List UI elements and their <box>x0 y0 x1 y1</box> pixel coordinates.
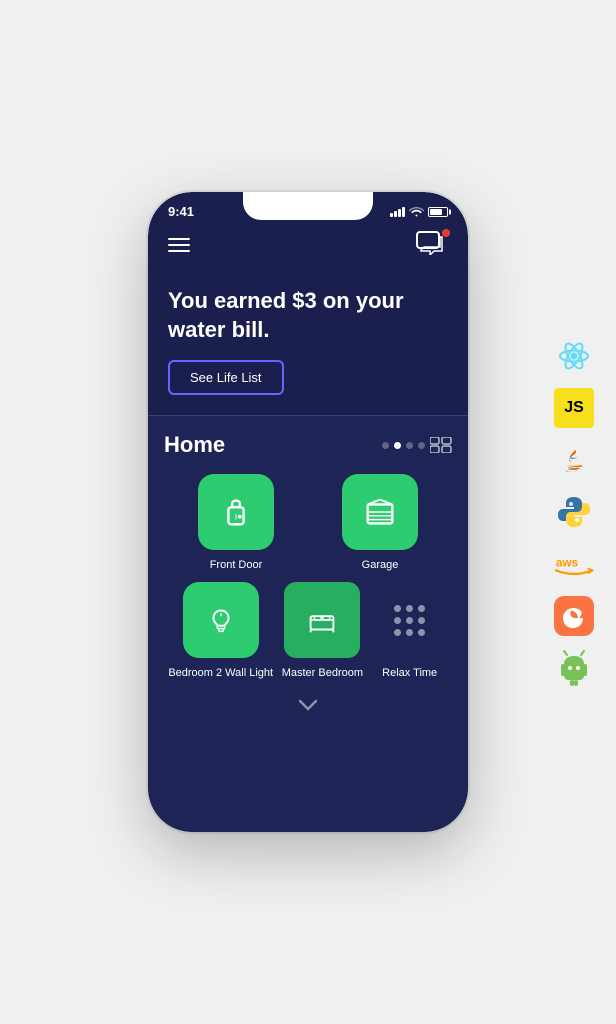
page-dot-1[interactable] <box>382 442 389 449</box>
home-header: Home <box>164 432 452 458</box>
front-door-icon-wrap <box>198 474 274 550</box>
phone-notch <box>243 192 373 220</box>
signal-icon <box>390 207 405 217</box>
svg-text:aws: aws <box>556 556 579 570</box>
nav-bar <box>148 223 468 271</box>
relax-time-icon-wrap <box>372 582 448 658</box>
garage-label: Garage <box>362 558 399 572</box>
page-dot-4[interactable] <box>418 442 425 449</box>
see-life-list-button[interactable]: See Life List <box>168 360 284 395</box>
relax-time-label: Relax Time <box>382 666 437 680</box>
front-door-label: Front Door <box>210 558 263 572</box>
garage-icon-wrap <box>342 474 418 550</box>
pagination-dots <box>382 437 452 453</box>
device-master-bedroom[interactable]: Master Bedroom <box>282 582 363 680</box>
bottom-chevron[interactable] <box>164 689 452 727</box>
aws-icon: aws <box>554 544 594 584</box>
swift-icon <box>554 596 594 636</box>
page-dot-3[interactable] <box>406 442 413 449</box>
tech-icons-sidebar: JS aws <box>554 336 594 688</box>
notification-dot <box>442 229 450 237</box>
android-icon <box>554 648 594 688</box>
device-bedroom2-light[interactable]: Bedroom 2 Wall Light <box>168 582 273 680</box>
javascript-icon: JS <box>554 388 594 428</box>
wifi-icon <box>409 206 424 217</box>
react-icon <box>554 336 594 376</box>
battery-icon <box>428 207 448 217</box>
java-icon <box>554 440 594 480</box>
python-icon <box>554 492 594 532</box>
status-time: 9:41 <box>168 204 194 219</box>
hamburger-menu-icon[interactable] <box>168 238 190 252</box>
phone-frame: 9:41 <box>148 192 468 832</box>
device-relax-time[interactable]: Relax Time <box>372 582 448 680</box>
device-garage[interactable]: Garage <box>342 474 418 572</box>
device-front-door[interactable]: Front Door <box>198 474 274 572</box>
page-dot-2[interactable] <box>394 442 401 449</box>
messages-button[interactable] <box>416 231 448 259</box>
phone-screen: 9:41 <box>148 192 468 832</box>
dots-grid-icon <box>382 593 437 648</box>
bedroom2-icon-wrap <box>183 582 259 658</box>
status-icons <box>390 206 448 217</box>
home-section: Home <box>148 416 468 832</box>
home-section-title: Home <box>164 432 225 458</box>
hero-title: You earned $3 on your water bill. <box>168 287 448 344</box>
master-bedroom-label: Master Bedroom <box>282 666 363 680</box>
edit-grid-icon[interactable] <box>430 437 452 453</box>
bedroom2-light-label: Bedroom 2 Wall Light <box>168 666 273 680</box>
master-bedroom-icon-wrap <box>284 582 360 658</box>
hero-section: You earned $3 on your water bill. See Li… <box>148 271 468 415</box>
